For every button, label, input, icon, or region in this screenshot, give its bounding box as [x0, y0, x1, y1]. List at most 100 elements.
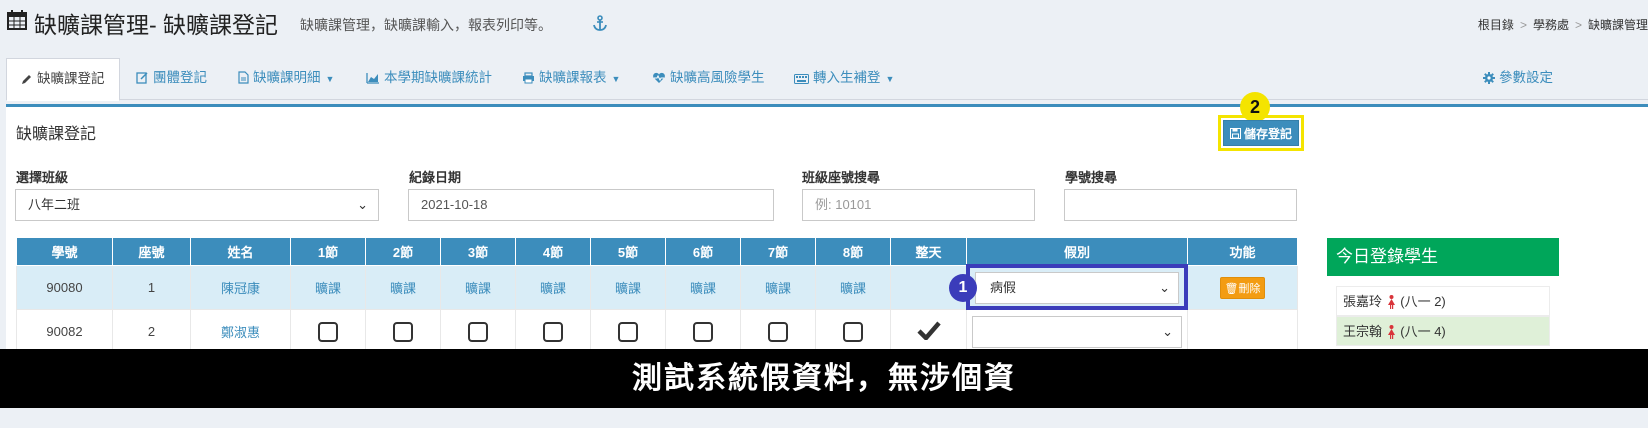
period-status[interactable]: 曠課	[765, 281, 791, 296]
period-checkbox[interactable]	[693, 321, 713, 342]
header-period-5: 5節	[590, 237, 666, 266]
cell-seat: 2	[112, 309, 191, 354]
save-button-label: 儲存登記	[1243, 126, 1292, 141]
header-seat: 座號	[112, 237, 191, 266]
breadcrumb-item[interactable]: 根目錄	[1478, 18, 1514, 32]
caret-down-icon: ▼	[885, 74, 895, 84]
header-student-id: 學號	[16, 237, 113, 266]
cell-student-id: 90080	[16, 265, 113, 310]
anchor-icon[interactable]	[592, 15, 608, 34]
period-status[interactable]: 曠課	[315, 281, 341, 296]
tab-label: 缺曠課登記	[37, 71, 105, 86]
keyboard-icon	[794, 74, 809, 84]
tab-label: 參數設定	[1499, 70, 1553, 85]
save-button[interactable]: 儲存登記	[1223, 120, 1299, 146]
period-status[interactable]: 曠課	[690, 281, 716, 296]
tab-settings[interactable]: 參數設定	[1469, 58, 1567, 100]
period-checkbox[interactable]	[543, 321, 563, 342]
chevron-down-icon: ⌄	[1159, 279, 1170, 295]
female-icon	[1387, 295, 1395, 309]
female-icon	[1387, 325, 1395, 339]
list-item[interactable]: 王宗翰 (八一 4)	[1336, 316, 1550, 346]
student-name-link[interactable]: 鄭淑惠	[221, 325, 260, 340]
period-status[interactable]: 曠課	[390, 281, 416, 296]
header-period-8: 8節	[815, 237, 891, 266]
breadcrumb-item[interactable]: 學務處	[1533, 18, 1569, 32]
student-search-label: 學號搜尋	[1065, 170, 1118, 185]
cell-student-id: 90082	[16, 309, 113, 354]
tab-high-risk[interactable]: 缺曠高風險學生	[638, 58, 779, 100]
period-checkbox[interactable]	[618, 321, 638, 342]
chevron-down-icon: ⌄	[1162, 323, 1173, 339]
full-day-check-icon[interactable]	[916, 321, 941, 343]
period-status[interactable]: 曠課	[615, 281, 641, 296]
date-label: 紀錄日期	[409, 170, 462, 185]
delete-button-label: 刪除	[1238, 282, 1261, 295]
period-status[interactable]: 曠課	[540, 281, 566, 296]
seat-search-input[interactable]: 例: 10101	[802, 189, 1035, 221]
tab-label: 本學期缺曠課統計	[384, 70, 492, 85]
student-search-input[interactable]	[1064, 189, 1297, 221]
period-checkbox[interactable]	[468, 321, 488, 342]
floppy-disk-icon	[1229, 127, 1241, 139]
student-name: 張嘉玲	[1343, 294, 1383, 309]
breadcrumb-item: 缺曠課管理	[1587, 18, 1648, 32]
leave-type-select[interactable]: ⌄	[972, 315, 1182, 348]
student-class: (八一 4)	[1400, 324, 1446, 339]
heartbeat-icon	[653, 72, 665, 83]
seat-search-label: 班級座號搜尋	[802, 170, 881, 185]
edit-icon	[136, 72, 148, 84]
caret-down-icon: ▼	[325, 74, 335, 84]
date-input[interactable]: 2021-10-18	[408, 189, 774, 221]
date-input-value: 2021-10-18	[421, 197, 488, 212]
student-name-link[interactable]: 陳冠康	[221, 281, 260, 296]
page-title: 缺曠課管理- 缺曠課登記	[6, 6, 278, 40]
tab-absence-detail[interactable]: 缺曠課明細 ▼	[224, 58, 348, 100]
period-checkbox[interactable]	[393, 321, 413, 342]
nav-tabs: 缺曠課登記 團體登記 缺曠課明細 ▼ 本學期缺曠課統計 缺曠課報表 ▼ 缺曠高風險學…	[6, 58, 1648, 101]
caption-banner: 測試系統假資料，無涉個資	[0, 349, 1648, 408]
header-period-3: 3節	[440, 237, 516, 266]
table-row: 90080 1 陳冠康 曠課 曠課 曠課 曠課 曠課 曠課 曠課 曠課 病假 ⌄…	[16, 265, 1298, 310]
leave-type-select[interactable]: 病假 ⌄	[975, 271, 1179, 304]
tab-absence-entry[interactable]: 缺曠課登記	[6, 58, 120, 101]
bottom-strip	[0, 408, 1648, 428]
calendar-icon	[6, 9, 28, 37]
tab-label: 缺曠課報表	[539, 70, 607, 85]
annotation-badge-1: 1	[949, 274, 977, 302]
tab-transfer-entry[interactable]: 轉入生補登 ▼	[780, 58, 908, 100]
cell-seat: 1	[112, 265, 191, 310]
header-period-6: 6節	[665, 237, 741, 266]
tab-label: 缺曠課明細	[253, 70, 321, 85]
tab-group-entry[interactable]: 團體登記	[122, 58, 221, 100]
header-actions: 功能	[1187, 237, 1298, 266]
table-header-row: 學號 座號 姓名 1節 2節 3節 4節 5節 6節 7節 8節 整天 假別 功…	[16, 237, 1298, 266]
tab-absence-report[interactable]: 缺曠課報表 ▼	[508, 58, 634, 100]
class-select[interactable]: 八年二班 ⌄	[15, 189, 379, 221]
tab-label: 團體登記	[153, 70, 207, 85]
period-checkbox[interactable]	[318, 321, 338, 342]
area-chart-icon	[366, 73, 379, 84]
period-checkbox[interactable]	[843, 321, 863, 342]
delete-button[interactable]: 🗑刪除	[1219, 276, 1266, 299]
today-students-title: 今日登錄學生	[1327, 238, 1559, 276]
period-status[interactable]: 曠課	[840, 281, 866, 296]
student-class: (八一 2)	[1400, 294, 1446, 309]
leave-type-value: 病假	[990, 279, 1017, 295]
chevron-down-icon: ⌄	[357, 197, 368, 212]
tab-label: 轉入生補登	[813, 70, 881, 85]
header-period-2: 2節	[365, 237, 441, 266]
period-status[interactable]: 曠課	[465, 281, 491, 296]
period-checkbox[interactable]	[768, 321, 788, 342]
student-name: 王宗翰	[1343, 324, 1383, 339]
trash-icon: 🗑	[1224, 282, 1239, 295]
list-item[interactable]: 張嘉玲 (八一 2)	[1336, 286, 1550, 316]
tab-label: 缺曠高風險學生	[670, 70, 765, 85]
class-select-value: 八年二班	[28, 197, 81, 212]
cell-actions	[1187, 309, 1298, 354]
tab-semester-stats[interactable]: 本學期缺曠課統計	[352, 58, 506, 100]
header-name: 姓名	[190, 237, 291, 266]
header-period-4: 4節	[515, 237, 591, 266]
save-button-highlight: 儲存登記	[1218, 115, 1304, 151]
file-icon	[238, 71, 249, 84]
